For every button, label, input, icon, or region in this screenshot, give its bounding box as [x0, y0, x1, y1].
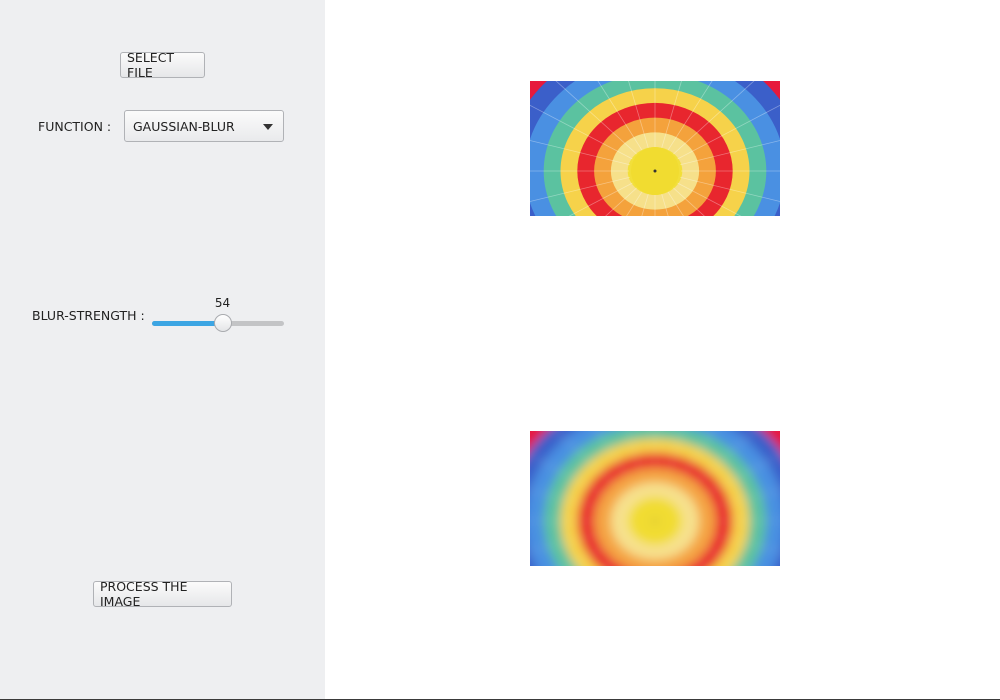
original-image: [530, 81, 780, 216]
blur-strength-label: BLUR-STRENGTH :: [32, 308, 145, 323]
function-label: FUNCTION :: [38, 119, 112, 134]
app-window: SELECT FILE FUNCTION : GAUSSIAN-BLUR BLU…: [0, 0, 1000, 700]
slider-thumb[interactable]: [213, 314, 232, 332]
function-selected-value: GAUSSIAN-BLUR: [133, 118, 235, 134]
controls-panel: SELECT FILE FUNCTION : GAUSSIAN-BLUR BLU…: [0, 0, 325, 699]
process-image-button[interactable]: PROCESS THE IMAGE: [93, 579, 232, 609]
processed-image: [530, 431, 780, 566]
blur-strength-value: 54: [214, 296, 231, 310]
chevron-down-icon: [263, 124, 273, 130]
slider-fill: [152, 321, 223, 326]
function-dropdown[interactable]: GAUSSIAN-BLUR: [124, 110, 284, 142]
blur-strength-slider[interactable]: [152, 312, 284, 336]
select-file-button[interactable]: SELECT FILE: [120, 50, 205, 80]
